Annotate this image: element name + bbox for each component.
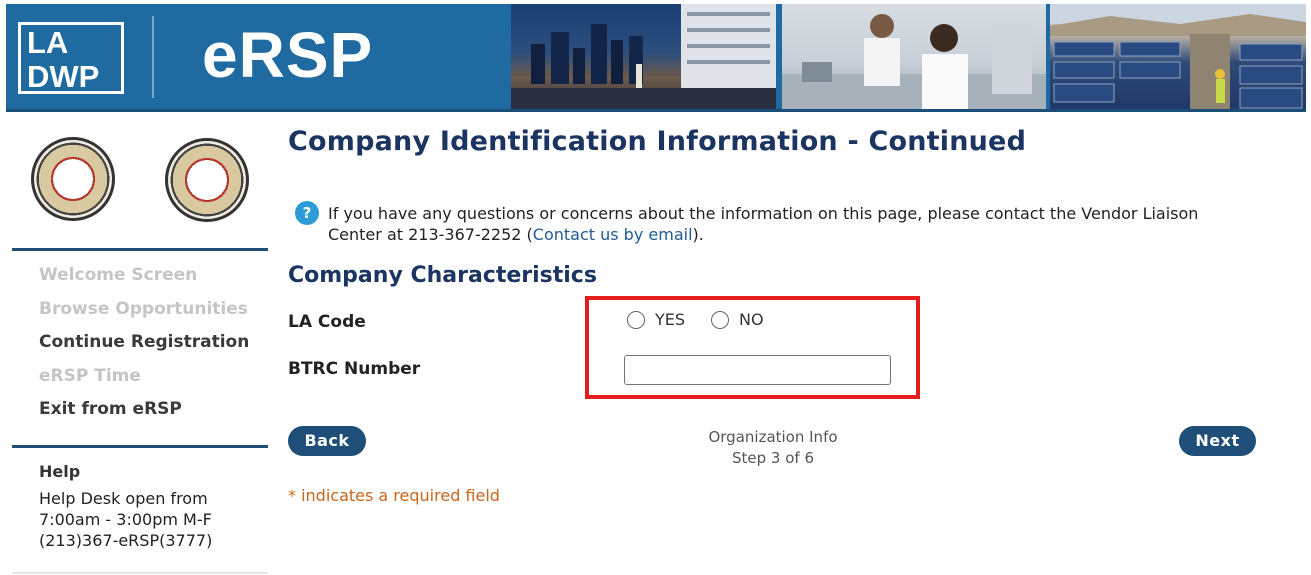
header-banner: LA DWP eRSP [6, 4, 1306, 112]
contact-email-link[interactable]: Contact us by email [533, 225, 693, 244]
la-code-yes-label[interactable]: YES [655, 310, 685, 329]
step-indicator: Organization Info Step 3 of 6 [690, 427, 856, 469]
logo-text-la: LA [27, 25, 69, 60]
sidebar-item-ersp-time: eRSP Time [39, 366, 141, 386]
sidebar-item-continue-registration[interactable]: Continue Registration [39, 332, 249, 352]
app-title: eRSP [202, 19, 374, 91]
help-title: Help [39, 462, 81, 481]
sidebar-item-welcome-screen: Welcome Screen [39, 265, 198, 285]
sidebar-item-browse-opportunities: Browse Opportunities [39, 299, 248, 319]
city-skyline-image [511, 4, 776, 110]
back-button[interactable]: Back [288, 426, 366, 456]
help-question-icon[interactable]: ? [295, 201, 319, 225]
btrc-number-input[interactable] [624, 355, 891, 385]
step-count: Step 3 of 6 [731, 449, 814, 467]
info-text-after: ). [692, 225, 704, 244]
help-phone-text: (213)367-eRSP(3777) [39, 531, 213, 550]
ladwp-logo[interactable]: LA DWP [18, 22, 124, 94]
solar-farm-image [1050, 4, 1306, 110]
help-desk-text: Help Desk open from [39, 489, 208, 508]
btrc-number-label: BTRC Number [288, 359, 421, 379]
step-name: Organization Info [708, 428, 838, 446]
la-code-no-option[interactable]: NO [711, 310, 764, 329]
sidebar-item-exit-from-ersp[interactable]: Exit from eRSP [39, 399, 182, 419]
page-title: Company Identification Information - Con… [288, 126, 1027, 157]
sidebar-divider [12, 445, 268, 448]
la-code-yes-option[interactable]: YES [627, 310, 685, 329]
city-of-la-seal-logo [165, 138, 249, 222]
sidebar-bottom-rule [12, 572, 268, 574]
photo-separator [776, 4, 780, 110]
help-hours-text: 7:00am - 3:00pm M-F [39, 510, 212, 529]
la-code-label: LA Code [288, 312, 366, 332]
banner-photo-city [511, 4, 776, 110]
photo-separator [1046, 4, 1050, 110]
dwp-seal-logo [31, 137, 115, 221]
logo-text-dwp: DWP [27, 59, 100, 94]
banner-photo-lab [776, 4, 1046, 110]
info-message: If you have any questions or concerns ab… [328, 203, 1228, 245]
la-code-yes-radio[interactable] [627, 310, 645, 329]
lab-scientists-image [782, 14, 1046, 110]
sidebar-divider [12, 248, 268, 251]
section-title: Company Characteristics [288, 263, 597, 288]
left-sidebar: Welcome Screen Browse Opportunities Cont… [0, 112, 275, 575]
banner-divider [152, 16, 154, 98]
banner-photo-solar [1046, 4, 1306, 110]
next-button[interactable]: Next [1179, 426, 1256, 456]
la-code-no-label[interactable]: NO [739, 310, 764, 329]
la-code-no-radio[interactable] [711, 310, 729, 329]
info-text-before: If you have any questions or concerns ab… [328, 204, 1199, 244]
required-field-note: * indicates a required field [288, 486, 500, 505]
